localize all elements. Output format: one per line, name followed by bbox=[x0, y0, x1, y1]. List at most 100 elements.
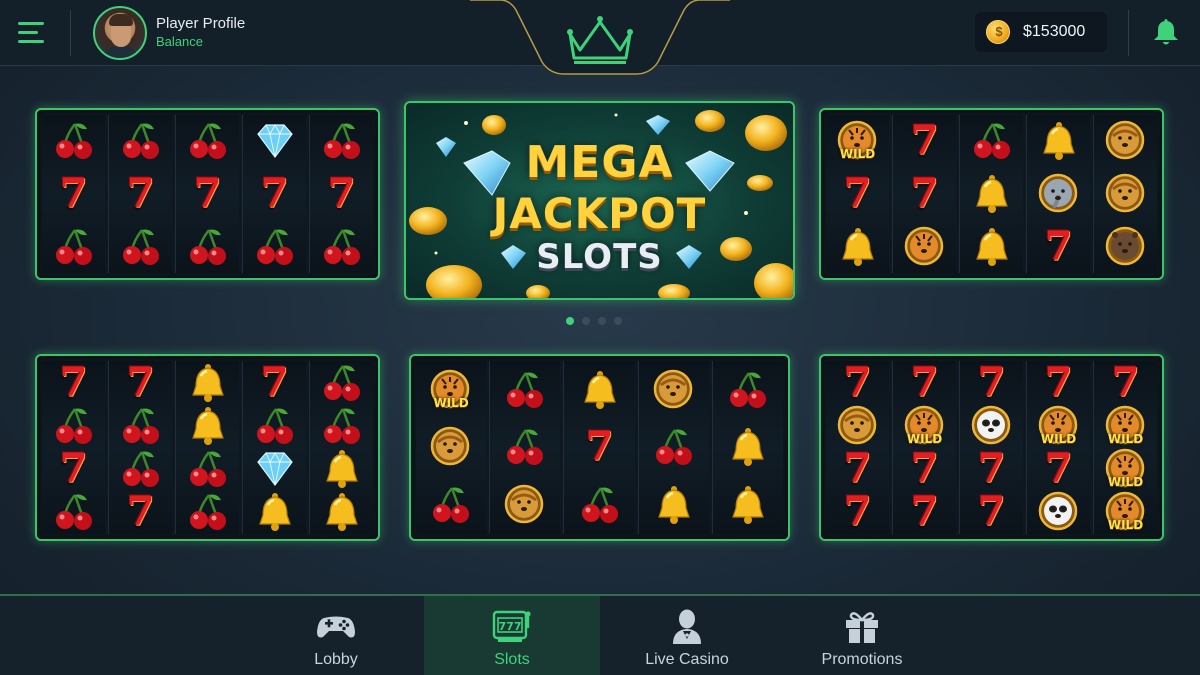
nav-lobby[interactable]: Lobby bbox=[248, 596, 424, 675]
tiger-wild-symbol-icon: WILD bbox=[1036, 404, 1082, 447]
slot-reel: 7 bbox=[242, 361, 306, 534]
carousel-pagination bbox=[566, 317, 622, 325]
slot-reel: 7 bbox=[1026, 115, 1090, 273]
bell-symbol-icon bbox=[835, 225, 881, 269]
seven-symbol-icon: 7 bbox=[910, 488, 939, 536]
cherry-symbol-icon bbox=[319, 119, 365, 163]
svg-text:777: 777 bbox=[499, 620, 522, 633]
lion-symbol-icon bbox=[428, 425, 474, 469]
bell-symbol-icon bbox=[1036, 119, 1082, 163]
seven-symbol-icon: 7 bbox=[977, 358, 1006, 406]
slot-reel: 77 bbox=[108, 361, 172, 534]
cherry-symbol-icon bbox=[577, 483, 623, 527]
slot-reel: WILD 7 bbox=[826, 115, 889, 273]
coin-icon bbox=[986, 20, 1011, 44]
slot-reel: 777 bbox=[959, 361, 1023, 534]
seven-symbol-icon: 7 bbox=[910, 445, 939, 493]
slot-machine-classic-cherry[interactable]: 77777 bbox=[35, 108, 380, 280]
slot-reel: 7 bbox=[242, 115, 306, 273]
balance-display[interactable]: $153000 bbox=[975, 12, 1107, 52]
tiger-wild-symbol-icon: WILD bbox=[902, 404, 948, 447]
profile-name[interactable]: Player Profile bbox=[156, 15, 245, 32]
lion-symbol-icon bbox=[1103, 119, 1149, 163]
slot-reel: 77 bbox=[42, 361, 105, 534]
carousel-dot[interactable] bbox=[566, 317, 574, 325]
cherry-symbol-icon bbox=[319, 361, 365, 404]
slot-reel bbox=[175, 361, 239, 534]
seven-symbol-icon: 7 bbox=[59, 445, 88, 493]
slot-machine-wild-animals[interactable]: WILD 7 7 7 7 bbox=[819, 108, 1164, 280]
nav-live-casino[interactable]: Live Casino bbox=[599, 596, 775, 675]
slot-reel bbox=[637, 361, 709, 534]
lion-symbol-icon bbox=[502, 483, 548, 527]
carousel-dot[interactable] bbox=[614, 317, 622, 325]
cherry-symbol-icon bbox=[118, 119, 164, 163]
tiger-wild-symbol-icon: WILD bbox=[835, 119, 881, 163]
wild-label: WILD bbox=[839, 147, 876, 162]
slot-reel: 7 bbox=[42, 115, 105, 273]
carousel-dot[interactable] bbox=[582, 317, 590, 325]
profile-balance-label: Balance bbox=[156, 34, 203, 49]
hamburger-menu-icon[interactable] bbox=[14, 19, 50, 47]
cherry-symbol-icon bbox=[118, 225, 164, 269]
tiger-wild-symbol-icon: WILD bbox=[1103, 491, 1149, 534]
bell-symbol-icon bbox=[969, 225, 1015, 269]
avatar[interactable] bbox=[93, 6, 147, 60]
tiger-wild-symbol-icon: WILD bbox=[1103, 448, 1149, 491]
nav-label-slots: Slots bbox=[494, 651, 530, 668]
nav-slots[interactable]: 777 Slots bbox=[424, 596, 600, 675]
panda-symbol-icon bbox=[1036, 491, 1082, 534]
bell-symbol-icon bbox=[969, 172, 1015, 216]
tiger-wild-symbol-icon: WILD bbox=[1103, 404, 1149, 447]
slot-machine-sevens-wild[interactable]: 7 7 7 7 WILD 7 7 7 7 7 7 WILD 7 7 WILD WILD WILD bbox=[819, 354, 1164, 541]
cherry-symbol-icon bbox=[185, 491, 231, 534]
seven-symbol-icon: 7 bbox=[910, 117, 939, 165]
seven-symbol-icon: 7 bbox=[585, 423, 614, 471]
diamond-symbol-icon bbox=[252, 119, 298, 163]
tiger-symbol-icon bbox=[902, 225, 948, 269]
mega-jackpot-banner[interactable]: MEGA JACKPOT SLOTS bbox=[404, 101, 795, 300]
tiger-wild-symbol-icon: WILD bbox=[428, 368, 474, 412]
seven-symbol-icon: 7 bbox=[1044, 445, 1073, 493]
dealer-icon bbox=[673, 609, 701, 644]
jackpot-title-mega: MEGA bbox=[525, 137, 674, 188]
wild-label: WILD bbox=[1107, 475, 1144, 490]
wild-label: WILD bbox=[433, 395, 469, 410]
slot-reel: WILD bbox=[416, 361, 487, 534]
nav-promotions[interactable]: Promotions bbox=[774, 596, 950, 675]
seven-symbol-icon: 7 bbox=[1044, 358, 1073, 406]
cherry-symbol-icon bbox=[185, 225, 231, 269]
slot-reel: 7 bbox=[175, 115, 239, 273]
gamepad-icon bbox=[317, 616, 355, 638]
seven-symbol-icon: 7 bbox=[910, 169, 939, 217]
slot-reel: 7 WILD 7 7 bbox=[892, 361, 956, 534]
slot-reel bbox=[959, 115, 1023, 273]
slot-machine-lion-wild[interactable]: WILD 7 bbox=[409, 354, 790, 541]
slot-reel: 7 bbox=[108, 115, 172, 273]
bell-symbol-icon bbox=[252, 491, 298, 534]
slot-reel: 777 bbox=[826, 361, 889, 534]
cherry-symbol-icon bbox=[651, 425, 697, 469]
elephant-symbol-icon bbox=[1036, 172, 1082, 216]
seven-symbol-icon: 7 bbox=[327, 169, 356, 217]
bell-symbol-icon bbox=[651, 483, 697, 527]
seven-symbol-icon: 7 bbox=[260, 169, 289, 217]
cherry-symbol-icon bbox=[51, 119, 97, 163]
cherry-symbol-icon bbox=[319, 225, 365, 269]
cherry-symbol-icon bbox=[51, 404, 97, 447]
slot-machine-fruit-bells[interactable]: 77777 bbox=[35, 354, 380, 541]
seven-symbol-icon: 7 bbox=[193, 169, 222, 217]
top-bar: Player Profile Balance $153000 bbox=[0, 0, 1200, 75]
nav-label-lobby: Lobby bbox=[314, 651, 358, 668]
seven-symbol-icon: 7 bbox=[1044, 222, 1073, 270]
carousel-dot[interactable] bbox=[598, 317, 606, 325]
nav-label-promotions: Promotions bbox=[821, 651, 903, 668]
slot-reel: 7 WILD WILD WILD bbox=[1093, 361, 1157, 534]
crown-logo-icon[interactable] bbox=[470, 0, 730, 76]
seven-symbol-icon: 7 bbox=[977, 488, 1006, 536]
notification-bell-icon[interactable] bbox=[1152, 17, 1180, 47]
bell-symbol-icon bbox=[185, 404, 231, 447]
seven-symbol-icon: 7 bbox=[59, 169, 88, 217]
seven-symbol-icon: 7 bbox=[1111, 358, 1140, 406]
cherry-symbol-icon bbox=[502, 368, 548, 412]
